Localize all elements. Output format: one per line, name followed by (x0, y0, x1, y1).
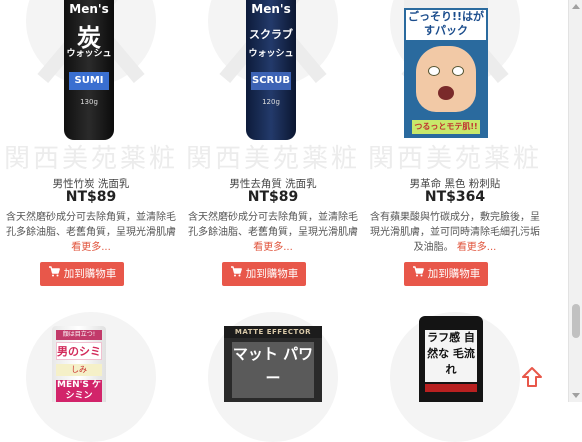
product-image-pore-strip[interactable]: ごっそり!!はがすパック つるっとモテ肌!! (404, 0, 488, 138)
product-image-charcoal-wash[interactable]: Men's 炭 ウォッシュ SUMI 130g (64, 0, 114, 140)
product-description: 含有蘋果酸與竹碳成分，敷完臉後，呈現光滑肌膚，並可同時清除毛細孔污垢及油脂。 看… (366, 210, 544, 255)
add-to-cart-button[interactable]: 加到購物車 (40, 262, 124, 286)
pack-brand-text: Men's (69, 2, 109, 16)
pack-label: ラフ感 自然な 毛流れ (425, 330, 477, 382)
pack-label: マット パワー (232, 342, 314, 398)
eye (428, 66, 440, 76)
add-to-cart-button[interactable]: 加到購物車 (222, 262, 306, 286)
pack-main-text: スクラブ (249, 28, 293, 41)
pack-volume: 130g (80, 98, 98, 106)
mouth (438, 86, 454, 100)
shopping-cart-icon (230, 262, 242, 286)
product-image-spot-cream[interactable]: 顔は目立つ! 男のシミ しみ MEN'S ケシミン (52, 326, 106, 402)
vertical-scrollbar[interactable] (568, 0, 582, 402)
pack-brand-text: Men's (251, 2, 291, 16)
store-watermark: 関西美苑薬粧 (3, 144, 178, 174)
description-text: 含天然磨砂成分可去除角質，並清除毛孔多餘油脂、老舊角質，呈現光滑肌膚 (6, 212, 176, 238)
pack-sub-text: ウォッシュ (248, 49, 294, 59)
pack-title: ごっそり!!はがすパック (406, 10, 486, 40)
product-price: NT$89 (247, 189, 299, 205)
pack-top-strip (404, 0, 488, 8)
pack-mid-text: しみ (56, 364, 102, 376)
product-image-hair-wax[interactable]: ラフ感 自然な 毛流れ (419, 316, 483, 402)
product-price: NT$364 (424, 189, 486, 205)
read-more-link[interactable]: 看更多... (71, 242, 111, 253)
product-image-matte-wax[interactable]: MATTE EFFECTOR マット パワー (224, 326, 322, 402)
pack-header: MATTE EFFECTOR (224, 326, 322, 338)
add-to-cart-button[interactable]: 加到購物車 (404, 262, 488, 286)
product-price: NT$89 (65, 189, 117, 205)
add-to-cart-label: 加到購物車 (63, 268, 117, 280)
add-to-cart-label: 加到購物車 (427, 268, 481, 280)
shopping-cart-icon (412, 262, 424, 286)
product-card: Men's スクラブ ウォッシュ SCRUB 120g 関西美苑薬粧 男性去角質… (182, 0, 364, 442)
pack-top-text: 顔は目立つ! (56, 330, 102, 340)
product-grid: Men's 炭 ウォッシュ SUMI 130g 関西美苑薬粧 男性竹炭 洗面乳 … (0, 0, 568, 442)
back-to-top-button[interactable] (520, 366, 544, 388)
shopping-cart-icon (48, 262, 60, 286)
pack-footer: つるっとモテ肌!! (412, 120, 480, 134)
description-text: 含天然磨砂成分可去除角質，並清除毛孔多餘油脂、老舊角質，呈現光滑肌膚 (188, 212, 358, 238)
pack-sub-text: ウォッシュ (66, 49, 112, 59)
pack-red-band (425, 384, 477, 392)
add-to-cart-label: 加到購物車 (245, 268, 299, 280)
description-text: 含有蘋果酸與竹碳成分，敷完臉後，呈現光滑肌膚，並可同時清除毛細孔污垢及油脂。 (370, 212, 540, 253)
arrow-up-icon (520, 367, 544, 392)
read-more-link[interactable]: 看更多... (457, 242, 497, 253)
model-face (416, 46, 476, 112)
eye (452, 66, 464, 76)
pack-badge: SUMI (69, 72, 109, 90)
store-watermark: 関西美苑薬粧 (185, 144, 360, 174)
product-card: Men's 炭 ウォッシュ SUMI 130g 関西美苑薬粧 男性竹炭 洗面乳 … (0, 0, 182, 442)
pack-brand: MEN'S ケシミン (56, 380, 102, 402)
pack-volume: 120g (262, 98, 280, 106)
scroll-up-arrow-icon[interactable] (572, 4, 580, 9)
read-more-link[interactable]: 看更多... (253, 242, 293, 253)
scrollbar-thumb[interactable] (572, 304, 580, 338)
store-watermark: 関西美苑薬粧 (367, 144, 542, 174)
product-description: 含天然磨砂成分可去除角質，並清除毛孔多餘油脂、老舊角質，呈現光滑肌膚 看更多..… (2, 210, 180, 255)
product-card: ごっそり!!はがすパック つるっとモテ肌!! 関西美苑薬粧 男革命 黑色 粉刺貼… (364, 0, 546, 442)
pack-title: 男のシミ (56, 342, 102, 360)
product-description: 含天然磨砂成分可去除角質，並清除毛孔多餘油脂、老舊角質，呈現光滑肌膚 看更多..… (184, 210, 362, 255)
scroll-down-arrow-icon[interactable] (572, 393, 580, 398)
product-image-scrub-wash[interactable]: Men's スクラブ ウォッシュ SCRUB 120g (246, 0, 296, 140)
pack-badge: SCRUB (251, 72, 291, 90)
